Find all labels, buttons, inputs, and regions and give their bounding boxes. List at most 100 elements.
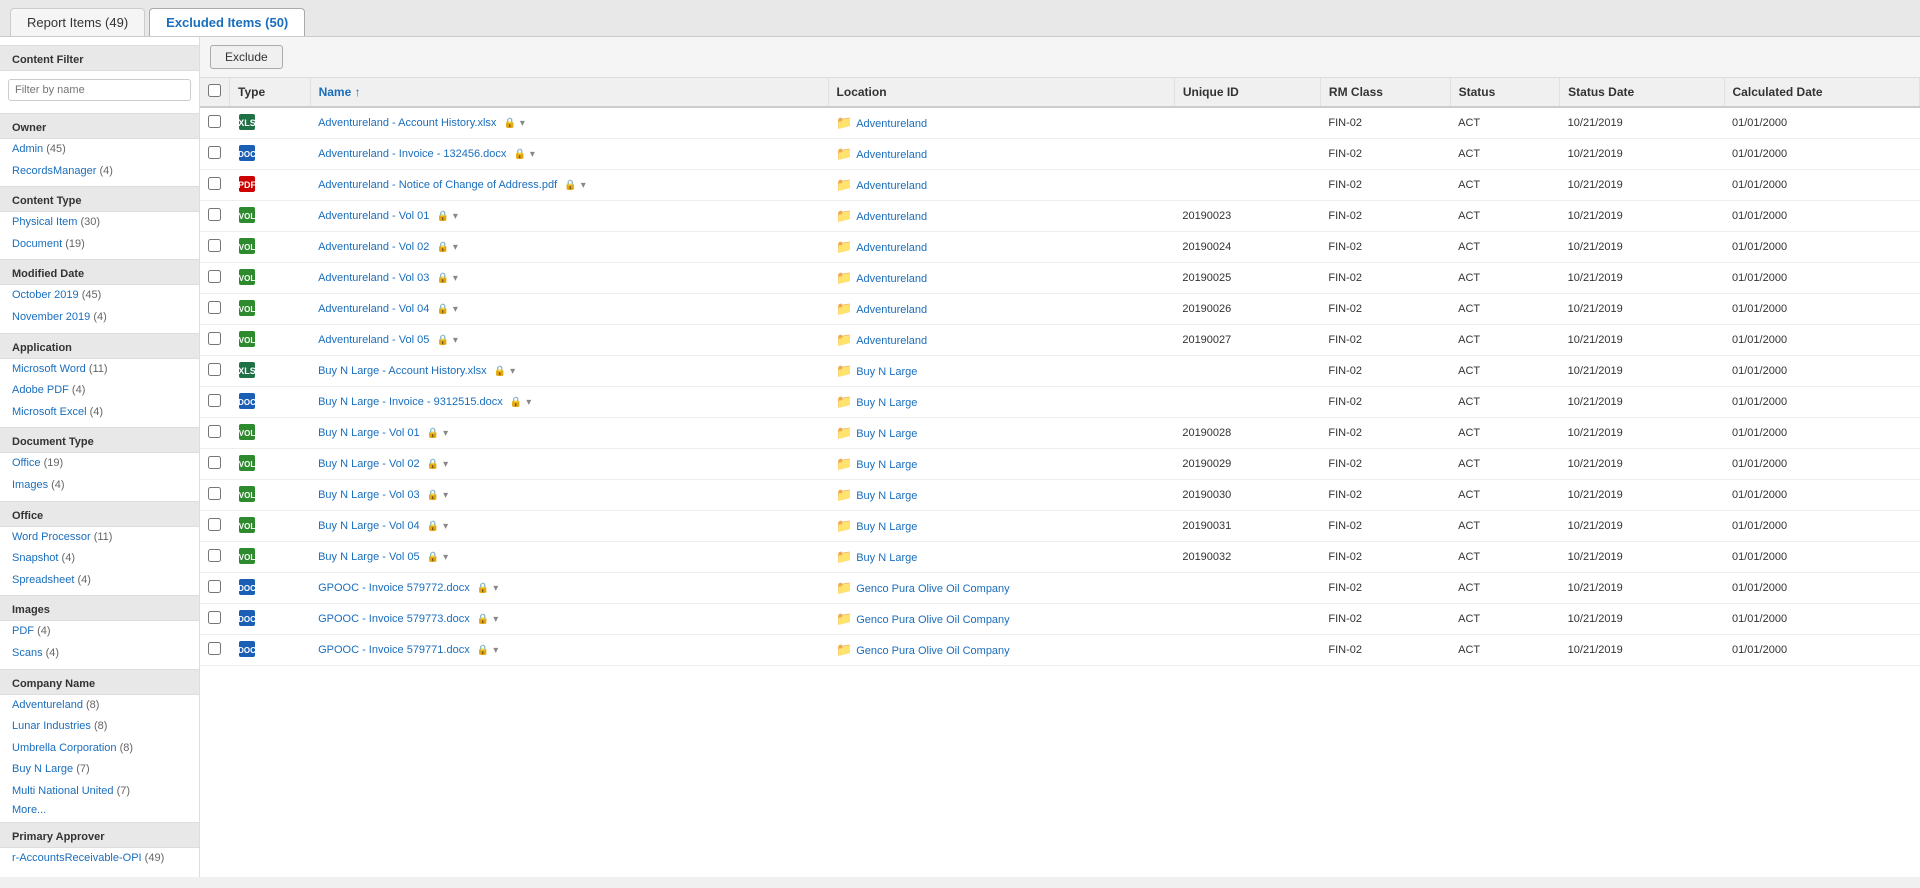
row-checkbox-cell[interactable] [200, 542, 230, 573]
chevron-down-icon[interactable]: ▾ [581, 180, 586, 191]
sidebar-item-umbrella-corporation[interactable]: Umbrella Corporation (8) [0, 738, 199, 760]
sidebar-item-multi-national-united[interactable]: Multi National United (7) [0, 781, 199, 803]
sidebar-item-scans[interactable]: Scans (4) [0, 643, 199, 665]
row-checkbox[interactable] [208, 332, 221, 345]
row-checkbox[interactable] [208, 115, 221, 128]
chevron-down-icon[interactable]: ▾ [493, 583, 498, 594]
row-name-link[interactable]: GPOOC - Invoice 579772.docx [318, 582, 470, 594]
row-checkbox[interactable] [208, 208, 221, 221]
chevron-down-icon[interactable]: ▾ [510, 366, 515, 377]
row-name-link[interactable]: Buy N Large - Invoice - 9312515.docx [318, 396, 503, 408]
row-checkbox-cell[interactable] [200, 139, 230, 170]
row-checkbox[interactable] [208, 642, 221, 655]
row-name-link[interactable]: Adventureland - Vol 03 [318, 272, 429, 284]
row-location-link[interactable]: Adventureland [856, 211, 927, 223]
sidebar-item-october-2019[interactable]: October 2019 (45) [0, 285, 199, 307]
row-location-link[interactable]: Buy N Large [856, 397, 917, 409]
row-checkbox-cell[interactable] [200, 449, 230, 480]
row-checkbox[interactable] [208, 394, 221, 407]
row-name-link[interactable]: Adventureland - Notice of Change of Addr… [318, 179, 557, 191]
row-location-link[interactable]: Buy N Large [856, 521, 917, 533]
sidebar-item-pdf[interactable]: PDF (4) [0, 621, 199, 643]
row-name-link[interactable]: Adventureland - Vol 05 [318, 334, 429, 346]
chevron-down-icon[interactable]: ▾ [453, 273, 458, 284]
row-location-link[interactable]: Adventureland [856, 335, 927, 347]
select-all-header[interactable] [200, 78, 230, 107]
sidebar-more-link[interactable]: More... [0, 802, 199, 818]
row-checkbox[interactable] [208, 487, 221, 500]
sidebar-item-adventureland[interactable]: Adventureland (8) [0, 695, 199, 717]
row-checkbox[interactable] [208, 270, 221, 283]
row-name-link[interactable]: Buy N Large - Vol 02 [318, 458, 420, 470]
row-checkbox[interactable] [208, 611, 221, 624]
row-name-link[interactable]: Buy N Large - Account History.xlsx [318, 365, 487, 377]
sidebar-item-recordsmanager[interactable]: RecordsManager (4) [0, 161, 199, 183]
row-name-link[interactable]: Adventureland - Account History.xlsx [318, 117, 496, 129]
row-checkbox-cell[interactable] [200, 107, 230, 139]
sidebar-item-document[interactable]: Document (19) [0, 234, 199, 256]
tab-excluded-items[interactable]: Excluded Items (50) [149, 8, 305, 36]
row-checkbox[interactable] [208, 456, 221, 469]
row-checkbox-cell[interactable] [200, 480, 230, 511]
row-checkbox-cell[interactable] [200, 356, 230, 387]
row-checkbox-cell[interactable] [200, 201, 230, 232]
chevron-down-icon[interactable]: ▾ [493, 614, 498, 625]
row-checkbox[interactable] [208, 363, 221, 376]
tab-report-items[interactable]: Report Items (49) [10, 8, 145, 36]
row-location-link[interactable]: Buy N Large [856, 490, 917, 502]
sidebar-item-snapshot[interactable]: Snapshot (4) [0, 548, 199, 570]
row-checkbox[interactable] [208, 549, 221, 562]
sidebar-item-admin[interactable]: Admin (45) [0, 139, 199, 161]
row-location-link[interactable]: Adventureland [856, 118, 927, 130]
row-name-link[interactable]: Adventureland - Vol 04 [318, 303, 429, 315]
row-checkbox[interactable] [208, 425, 221, 438]
row-name-link[interactable]: Buy N Large - Vol 03 [318, 489, 420, 501]
filter-input[interactable] [8, 79, 191, 101]
row-name-link[interactable]: Buy N Large - Vol 05 [318, 551, 420, 563]
chevron-down-icon[interactable]: ▾ [530, 149, 535, 160]
sidebar-item-images[interactable]: Images (4) [0, 475, 199, 497]
row-checkbox[interactable] [208, 146, 221, 159]
row-checkbox[interactable] [208, 518, 221, 531]
row-location-link[interactable]: Genco Pura Olive Oil Company [856, 645, 1009, 657]
chevron-down-icon[interactable]: ▾ [526, 397, 531, 408]
row-location-link[interactable]: Buy N Large [856, 428, 917, 440]
row-location-link[interactable]: Genco Pura Olive Oil Company [856, 583, 1009, 595]
row-location-link[interactable]: Adventureland [856, 149, 927, 161]
chevron-down-icon[interactable]: ▾ [520, 118, 525, 129]
row-checkbox-cell[interactable] [200, 511, 230, 542]
sidebar-item-word-processor[interactable]: Word Processor (11) [0, 527, 199, 549]
sidebar-item-buy-n-large[interactable]: Buy N Large (7) [0, 759, 199, 781]
chevron-down-icon[interactable]: ▾ [493, 645, 498, 656]
row-checkbox-cell[interactable] [200, 635, 230, 666]
sidebar-item-adobe-pdf[interactable]: Adobe PDF (4) [0, 380, 199, 402]
sidebar-item-microsoft-excel[interactable]: Microsoft Excel (4) [0, 402, 199, 424]
row-checkbox[interactable] [208, 177, 221, 190]
row-name-link[interactable]: Adventureland - Invoice - 132456.docx [318, 148, 506, 160]
row-location-link[interactable]: Buy N Large [856, 366, 917, 378]
row-checkbox[interactable] [208, 301, 221, 314]
chevron-down-icon[interactable]: ▾ [453, 304, 458, 315]
row-checkbox-cell[interactable] [200, 604, 230, 635]
row-name-link[interactable]: GPOOC - Invoice 579773.docx [318, 613, 470, 625]
chevron-down-icon[interactable]: ▾ [443, 521, 448, 532]
row-checkbox-cell[interactable] [200, 418, 230, 449]
row-checkbox[interactable] [208, 580, 221, 593]
sidebar-item-spreadsheet[interactable]: Spreadsheet (4) [0, 570, 199, 592]
sidebar-item-november-2019[interactable]: November 2019 (4) [0, 307, 199, 329]
row-location-link[interactable]: Adventureland [856, 304, 927, 316]
chevron-down-icon[interactable]: ▾ [453, 211, 458, 222]
row-location-link[interactable]: Buy N Large [856, 459, 917, 471]
chevron-down-icon[interactable]: ▾ [453, 335, 458, 346]
row-checkbox-cell[interactable] [200, 170, 230, 201]
col-name[interactable]: Name ↑ [310, 78, 828, 107]
row-checkbox-cell[interactable] [200, 232, 230, 263]
chevron-down-icon[interactable]: ▾ [453, 242, 458, 253]
row-name-link[interactable]: Adventureland - Vol 02 [318, 241, 429, 253]
sidebar-item-microsoft-word[interactable]: Microsoft Word (11) [0, 359, 199, 381]
row-name-link[interactable]: Buy N Large - Vol 04 [318, 520, 420, 532]
sidebar-item-office[interactable]: Office (19) [0, 453, 199, 475]
row-checkbox-cell[interactable] [200, 294, 230, 325]
row-checkbox-cell[interactable] [200, 325, 230, 356]
row-location-link[interactable]: Genco Pura Olive Oil Company [856, 614, 1009, 626]
